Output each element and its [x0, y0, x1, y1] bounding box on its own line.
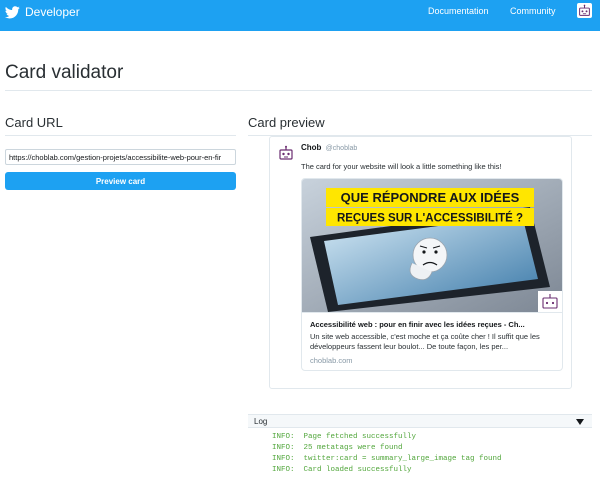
twitter-bird-icon: [5, 5, 20, 19]
log-label: Log: [254, 417, 268, 426]
log-header[interactable]: Log: [248, 414, 592, 428]
brand-label: Developer: [25, 5, 80, 19]
log-lines: INFO: Page fetched successfully INFO: 25…: [272, 432, 502, 476]
log-line: INFO: Page fetched successfully: [272, 433, 417, 441]
user-avatar-icon[interactable]: [577, 3, 592, 18]
card-preview-heading: Card preview: [248, 115, 325, 130]
summary-large-image-card[interactable]: QUE RÉPONDRE AUX IDÉES REÇUES SUR L'ACCE…: [301, 178, 563, 371]
card-title: Accessibilité web : pour en finir avec l…: [310, 320, 525, 329]
card-url-heading: Card URL: [5, 115, 63, 130]
tweet-text: The card for your website will look a li…: [301, 162, 502, 171]
nav-link-documentation[interactable]: Documentation: [428, 6, 489, 16]
card-url-divider: [5, 135, 236, 136]
card-image-headline-1: QUE RÉPONDRE AUX IDÉES: [341, 190, 520, 205]
card-url-input[interactable]: [5, 149, 236, 165]
tweet-author: Chob @choblab: [301, 143, 357, 152]
page-title: Card validator: [5, 62, 124, 83]
log-line: INFO: twitter:card = summary_large_image…: [272, 455, 502, 463]
author-handle: @choblab: [325, 145, 358, 152]
developer-home-link[interactable]: Developer: [5, 3, 80, 21]
card-content: Accessibilité web : pour en finir avec l…: [302, 312, 562, 370]
card-image-headline-2: REÇUES SUR L'ACCESSIBILITÉ ?: [337, 212, 523, 225]
log-line: INFO: Card loaded successfully: [272, 466, 412, 474]
chevron-down-icon[interactable]: [574, 417, 586, 427]
log-line: INFO: 25 metatags were found: [272, 444, 403, 452]
log-panel: Log INFO: Page fetched successfully INFO…: [248, 414, 592, 480]
card-description: Un site web accessible, c'est moche et ç…: [310, 332, 540, 351]
card-domain: choblab.com: [310, 356, 353, 365]
top-navigation-bar: Developer Documentation Community: [0, 0, 600, 31]
card-image: QUE RÉPONDRE AUX IDÉES REÇUES SUR L'ACCE…: [302, 179, 562, 312]
author-name: Chob: [301, 143, 322, 152]
nav-link-community[interactable]: Community: [510, 6, 556, 16]
author-avatar-icon: [278, 145, 294, 161]
title-divider: [5, 90, 592, 91]
preview-card-button[interactable]: Preview card: [5, 172, 236, 190]
